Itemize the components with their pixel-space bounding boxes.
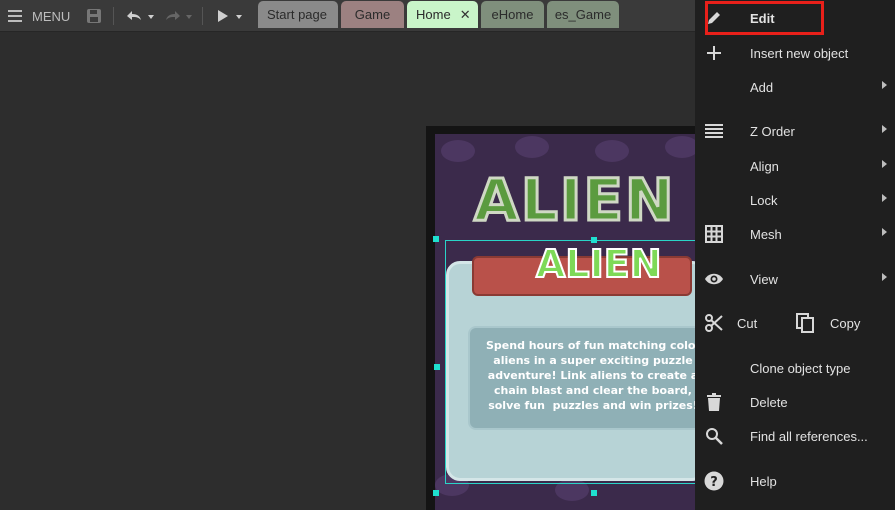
menu-item-find-all-references[interactable]: Find all references... <box>695 421 895 451</box>
menu-item-label: Z Order <box>750 124 795 139</box>
menu-item-lock[interactable]: Lock <box>695 185 895 215</box>
resize-handle[interactable] <box>434 364 440 370</box>
resize-handle[interactable] <box>433 490 439 496</box>
submenu-arrow-icon <box>882 81 887 89</box>
close-icon[interactable]: ✕ <box>460 7 471 23</box>
tab-label: eHome <box>491 7 534 22</box>
menu-label: MENU <box>32 8 71 24</box>
eye-icon <box>703 268 725 290</box>
menu-item-z-order[interactable]: Z Order <box>695 116 895 146</box>
menu-item-add[interactable]: Add <box>695 72 895 102</box>
copy-icon <box>794 312 816 334</box>
selection-box[interactable] <box>445 240 696 484</box>
help-icon: ? <box>703 470 725 492</box>
menu-item-label: Add <box>750 80 774 95</box>
menu-item-label: Align <box>750 159 779 174</box>
play-icon <box>218 10 242 22</box>
preview-button[interactable] <box>216 0 246 32</box>
submenu-arrow-icon <box>882 160 887 168</box>
menu-item-label: Copy <box>830 316 861 331</box>
menu-item-clone-object-type[interactable]: Clone object type <box>695 353 895 383</box>
layers-icon <box>703 120 725 142</box>
submenu-arrow-icon <box>882 194 887 202</box>
save-icon <box>87 9 101 23</box>
menu-item-cut[interactable]: Cut <box>695 308 785 338</box>
menu-item-label: Lock <box>750 193 778 208</box>
layout-canvas[interactable]: ALIEN ALIEN Spend hours of fun matching … <box>426 126 696 510</box>
background-pattern <box>441 140 475 162</box>
resize-handle[interactable] <box>433 236 439 242</box>
resize-handle[interactable] <box>591 490 597 496</box>
tab-label: Start page <box>267 7 327 22</box>
background-pattern <box>515 136 549 158</box>
tab-game[interactable]: Game <box>341 1 404 28</box>
menu-item-label: Help <box>750 474 777 489</box>
background-pattern <box>595 140 629 162</box>
undo-icon <box>127 11 154 20</box>
menu-item-copy[interactable]: Copy <box>790 308 895 338</box>
hamburger-icon <box>8 10 22 22</box>
submenu-arrow-icon <box>882 273 887 281</box>
search-icon <box>703 425 725 447</box>
redo-button[interactable] <box>162 0 196 32</box>
menu-item-view[interactable]: View <box>695 264 895 294</box>
tab-label: Game <box>354 7 391 22</box>
menu-item-label: Delete <box>750 395 788 410</box>
redo-icon <box>166 11 192 20</box>
background-pattern <box>665 136 696 158</box>
submenu-arrow-icon <box>882 125 887 133</box>
menu-item-delete[interactable]: Delete <box>695 387 895 417</box>
trash-icon <box>703 391 725 413</box>
toolbar-divider <box>113 7 114 25</box>
tab-es-game[interactable]: es_Game <box>547 1 619 28</box>
alien-logo-large: ALIEN <box>473 165 676 236</box>
menu-item-label: View <box>750 272 778 287</box>
undo-button[interactable] <box>124 0 154 32</box>
svg-text:?: ? <box>710 475 718 490</box>
save-button[interactable] <box>86 0 102 32</box>
edit-highlight-annotation <box>705 1 824 35</box>
context-menu: Edit Insert new object Add Z Order Align… <box>695 0 895 510</box>
tab-home[interactable]: Home ✕ <box>407 1 478 28</box>
submenu-arrow-icon <box>882 228 887 236</box>
tab-label: Home <box>416 7 451 22</box>
tab-label: es_Game <box>554 7 612 22</box>
menu-item-mesh[interactable]: Mesh <box>695 219 895 249</box>
resize-handle[interactable] <box>591 237 597 243</box>
menu-item-label: Insert new object <box>750 46 849 61</box>
grid-icon <box>703 223 725 245</box>
menu-item-label: Mesh <box>750 227 782 242</box>
menu-item-align[interactable]: Align <box>695 151 895 181</box>
tab-ehome[interactable]: eHome <box>481 1 544 28</box>
scissors-icon <box>703 312 725 334</box>
menu-item-insert-new-object[interactable]: Insert new object <box>695 38 895 68</box>
menu-item-label: Clone object type <box>750 361 851 376</box>
menu-item-label: Cut <box>737 316 758 331</box>
toolbar-divider <box>202 7 203 25</box>
menu-item-label: Find all references... <box>750 429 868 444</box>
plus-icon <box>703 42 725 64</box>
menu-item-help[interactable]: ? Help <box>695 466 895 496</box>
tab-start-page[interactable]: Start page <box>258 1 338 28</box>
menu-button[interactable]: MENU <box>8 0 70 32</box>
